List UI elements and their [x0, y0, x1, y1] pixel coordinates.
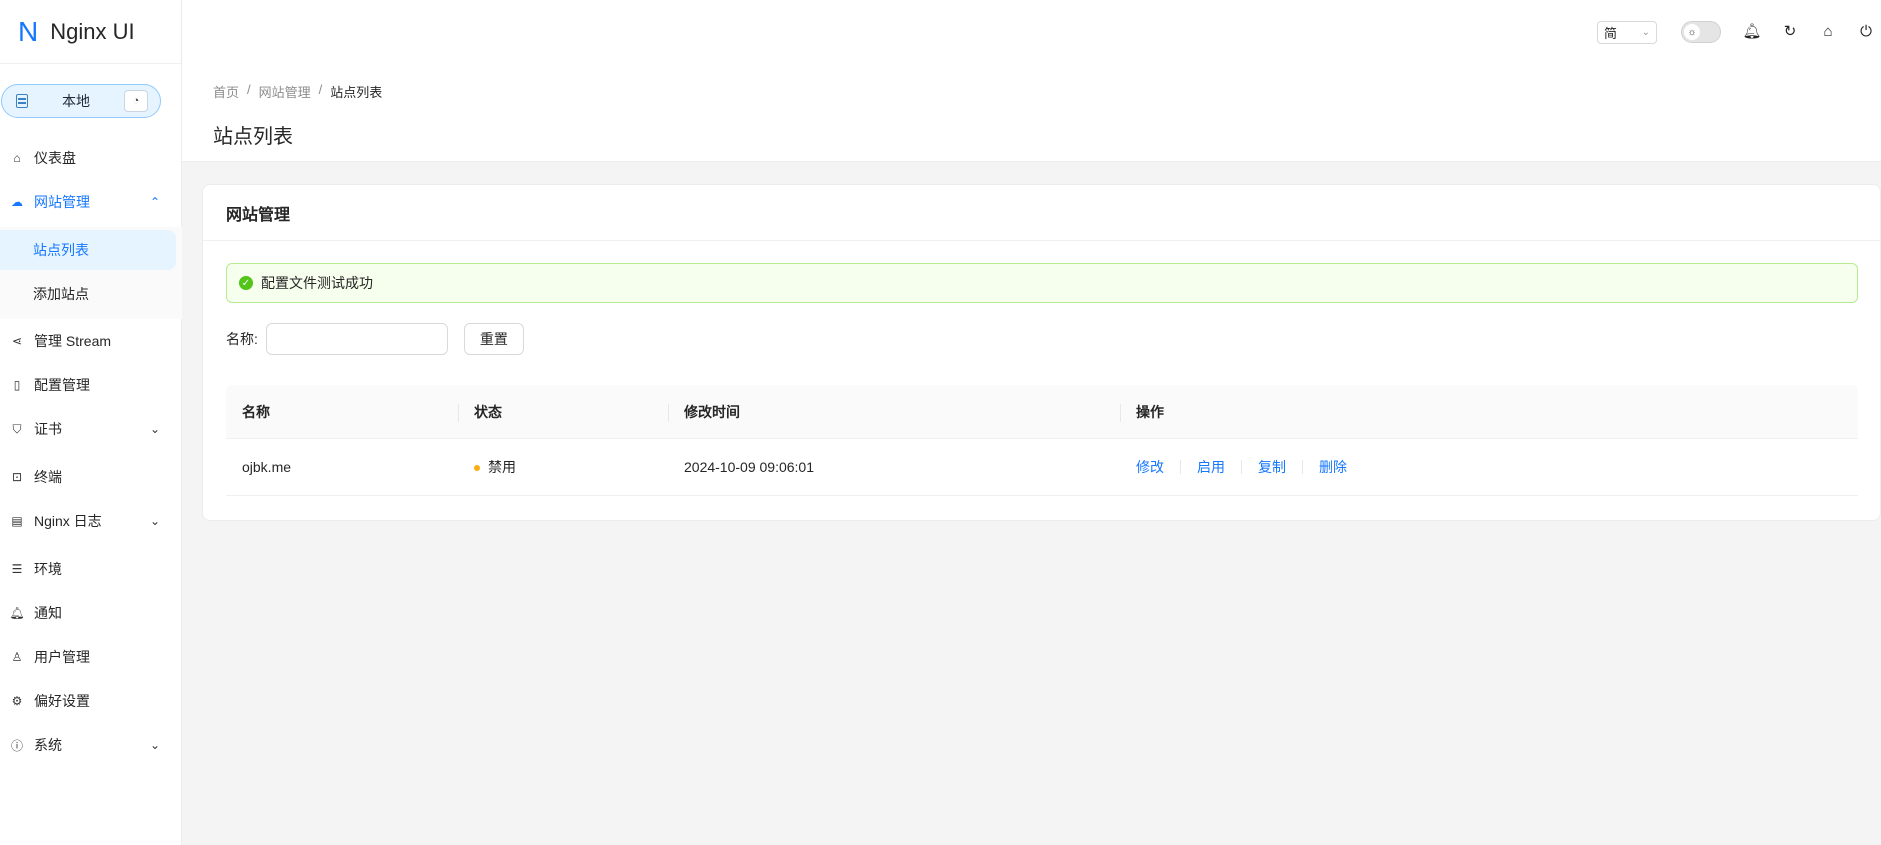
divider	[1302, 460, 1303, 474]
sidebar-item-config[interactable]: ▯ 配置管理	[0, 367, 182, 403]
column-header-actions: 操作	[1120, 402, 1858, 422]
sidebar-item-sites[interactable]: ☁ 网站管理 ⌃	[0, 184, 182, 220]
file-icon: ▯	[13, 378, 21, 392]
chevron-down-icon: ⌄	[149, 422, 160, 436]
page-header: 首页 / 网站管理 / 站点列表 站点列表	[182, 64, 1881, 162]
sidebar-item-stream[interactable]: ⋖ 管理 Stream	[0, 323, 182, 359]
chevron-down-icon: ⌄	[149, 738, 160, 752]
sidebar-item-label: 证书	[34, 421, 62, 437]
sidebar-item-label: 网站管理	[34, 194, 90, 210]
enable-link[interactable]: 启用	[1197, 457, 1225, 477]
file-text-icon: ▤	[11, 514, 23, 528]
bell-icon: 🔔︎	[9, 606, 25, 620]
environment-label: 本地	[62, 93, 90, 109]
chevron-down-icon: ⌄	[1641, 27, 1650, 38]
terminal-icon: ⊡	[11, 470, 23, 484]
language-value: 简	[1604, 26, 1618, 41]
breadcrumb-separator: /	[318, 82, 323, 97]
column-header-name[interactable]: 名称	[226, 402, 458, 422]
sidebar-item-label: 偏好设置	[34, 693, 90, 709]
alert-message: 配置文件测试成功	[261, 275, 373, 291]
sidebar-item-dashboard[interactable]: ⌂ 仪表盘	[0, 140, 182, 176]
sidebar-subitem-add-site[interactable]: 添加站点	[0, 274, 176, 314]
gear-icon: ⚙	[11, 694, 23, 708]
reload-icon[interactable]: ↻	[1781, 22, 1799, 40]
sidebar-item-nginx-log[interactable]: ▤ Nginx 日志 ⌄	[0, 503, 182, 539]
success-alert: ✓ 配置文件测试成功	[226, 263, 1858, 303]
sidebar-subitem-site-list[interactable]: 站点列表	[0, 230, 176, 270]
sites-table: 名称 状态 修改时间 操作 ojbk.me 禁用 2024-10-09 09:0…	[226, 385, 1858, 496]
delete-link[interactable]: 删除	[1319, 457, 1347, 477]
sidebar-item-label: Nginx 日志	[34, 513, 102, 529]
card-title: 网站管理	[203, 185, 1880, 241]
duplicate-link[interactable]: 复制	[1258, 457, 1286, 477]
divider	[1180, 460, 1181, 474]
sidebar-item-users[interactable]: ♙ 用户管理	[0, 639, 182, 675]
column-header-status[interactable]: 状态	[458, 402, 668, 422]
sidebar-item-notifications[interactable]: 🔔︎ 通知	[0, 595, 182, 631]
sidebar-item-environment[interactable]: ☰ 环境	[0, 551, 182, 587]
sidebar-item-label: 系统	[34, 737, 62, 753]
breadcrumb-section[interactable]: 网站管理	[259, 82, 311, 101]
share-icon: ⋖	[11, 334, 23, 348]
cell-modified: 2024-10-09 09:06:01	[684, 459, 814, 475]
home-icon: ⌂	[13, 151, 21, 165]
breadcrumb-separator: /	[247, 82, 251, 97]
cell-status: 禁用	[458, 457, 668, 477]
logout-icon[interactable]: ⏻	[1857, 22, 1875, 40]
dashboard-gauge-icon[interactable]: ◔	[124, 90, 148, 112]
language-select[interactable]: 简 ⌄	[1597, 21, 1657, 44]
breadcrumb: 首页 / 网站管理 / 站点列表	[213, 82, 382, 101]
sidebar-item-system[interactable]: ⓘ 系统 ⌄	[0, 727, 182, 763]
info-icon: ⓘ	[10, 738, 23, 753]
sidebar-item-label: 仪表盘	[34, 150, 76, 166]
sidebar: N Nginx UI 本地 ◔ ⌂ 仪表盘 ☁ 网站管理 ⌃ 站点列表 添加站点…	[0, 0, 182, 845]
edit-link[interactable]: 修改	[1136, 457, 1164, 477]
chevron-down-icon: ⌄	[149, 514, 160, 528]
database-icon: ☰	[11, 562, 23, 576]
cloud-icon: ☁	[11, 195, 23, 209]
server-icon	[16, 94, 28, 108]
sidebar-item-label: 环境	[34, 561, 62, 577]
sun-icon: ☼	[1684, 24, 1700, 40]
sidebar-item-label: 终端	[34, 469, 62, 485]
check-circle-icon: ✓	[239, 276, 253, 290]
breadcrumb-current: 站点列表	[330, 85, 383, 100]
page-title: 站点列表	[213, 126, 293, 148]
home-icon[interactable]: ⌂	[1819, 22, 1837, 40]
status-dot-icon	[474, 465, 480, 472]
table-header: 名称 状态 修改时间 操作	[226, 385, 1858, 439]
sidebar-item-label: 用户管理	[34, 649, 90, 665]
environment-switcher[interactable]: 本地 ◔	[1, 84, 161, 118]
app-title: Nginx UI	[50, 18, 135, 44]
column-header-modified[interactable]: 修改时间	[668, 402, 1120, 422]
shield-check-icon: ⛉	[12, 421, 22, 436]
name-filter-input[interactable]	[265, 323, 448, 355]
cell-actions: 修改 启用 复制 删除	[1120, 457, 1858, 477]
sidebar-item-preferences[interactable]: ⚙ 偏好设置	[0, 683, 182, 719]
theme-toggle[interactable]: ☼	[1681, 21, 1721, 43]
name-filter-label: 名称:	[226, 331, 258, 347]
sidebar-item-label: 通知	[34, 605, 62, 621]
breadcrumb-home[interactable]: 首页	[213, 82, 239, 101]
table-row: ojbk.me 禁用 2024-10-09 09:06:01 修改 启用 复制 …	[226, 439, 1858, 496]
sidebar-item-label: 管理 Stream	[34, 333, 112, 349]
divider	[1241, 460, 1242, 474]
cell-name: ojbk.me	[242, 459, 292, 475]
chevron-up-icon: ⌃	[149, 195, 160, 209]
sites-card: 网站管理 ✓ 配置文件测试成功 名称: 重置 名称 状态 修改时间 操作 ojb…	[202, 184, 1881, 521]
sidebar-item-certificates[interactable]: ⛉ 证书 ⌄	[0, 411, 182, 447]
user-icon: ♙	[11, 650, 23, 664]
sidebar-item-terminal[interactable]: ⊡ 终端	[0, 459, 182, 495]
bell-icon[interactable]: 🔔︎	[1742, 22, 1761, 40]
logo-mark-icon: N	[18, 15, 39, 47]
search-form: 名称: 重置	[226, 323, 524, 355]
reset-button[interactable]: 重置	[463, 323, 524, 355]
status-text: 禁用	[488, 459, 516, 475]
sidebar-item-label: 配置管理	[34, 377, 90, 393]
logo[interactable]: N Nginx UI	[0, 0, 181, 64]
